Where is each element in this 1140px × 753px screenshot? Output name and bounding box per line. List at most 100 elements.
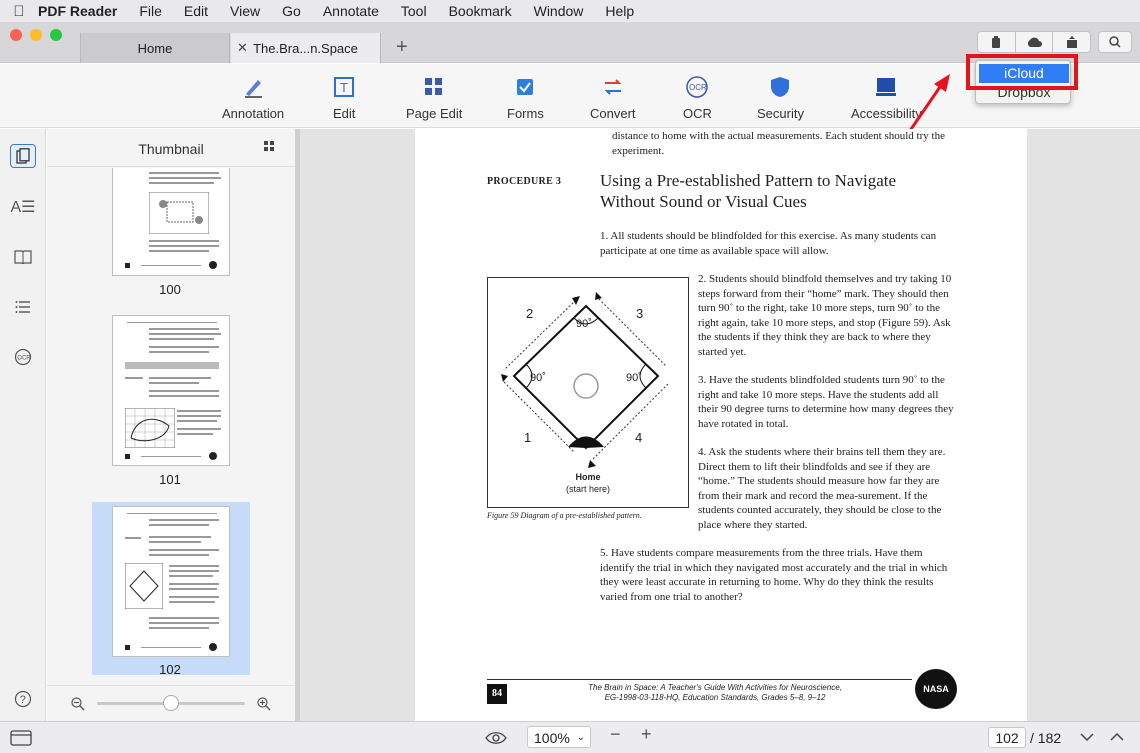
procedure-title: Using a Pre-established Pattern to Navig… bbox=[600, 171, 897, 211]
app-menu[interactable]: PDF Reader bbox=[38, 3, 117, 19]
clipboard-icon bbox=[992, 36, 1001, 48]
list-icon bbox=[15, 301, 30, 313]
fig-angle-left: 90˚ bbox=[530, 372, 546, 384]
bottom-bar: 100% ⌄ − + 102 / 182 bbox=[0, 721, 1140, 753]
search-icon bbox=[1109, 36, 1121, 48]
document-view[interactable]: distance to home with the actual measure… bbox=[300, 129, 1140, 721]
thumbnail-label-100: 100 bbox=[159, 282, 181, 297]
close-tab-icon[interactable]: ✕ bbox=[237, 40, 248, 56]
zoom-in-icon[interactable] bbox=[257, 697, 271, 711]
highlight-box bbox=[966, 54, 1078, 90]
next-page-icon[interactable] bbox=[1080, 732, 1094, 742]
text-outline-button[interactable]: A☰ bbox=[10, 195, 36, 219]
zoom-in-button[interactable]: + bbox=[641, 724, 652, 745]
footer-line-2: EG-1998-03-118-HQ, Education Standards, … bbox=[604, 693, 826, 702]
slider-thumb[interactable] bbox=[163, 695, 179, 711]
page-edit-label: Page Edit bbox=[406, 106, 463, 121]
fig-angle-right: 90˚ bbox=[626, 372, 642, 384]
fig-label-1: 1 bbox=[524, 430, 532, 445]
thumbnail-header: Thumbnail bbox=[47, 129, 295, 167]
thumbnail-label-102: 102 bbox=[159, 662, 181, 677]
tab-document[interactable]: ✕ The.Bra...n.Space bbox=[231, 33, 381, 63]
convert-icon bbox=[602, 74, 624, 100]
edit-tool[interactable]: T Edit bbox=[333, 74, 355, 121]
bookmark-button[interactable] bbox=[10, 245, 36, 269]
window-controls bbox=[10, 29, 62, 41]
thumbnail-page-101[interactable] bbox=[112, 315, 230, 466]
cloud-button[interactable] bbox=[1016, 32, 1054, 52]
fig-start-label: (start here) bbox=[565, 484, 610, 494]
page-number-input[interactable]: 102 bbox=[988, 727, 1026, 748]
ocr-panel-button[interactable]: OCR bbox=[10, 345, 36, 369]
chevron-down-icon: ⌄ bbox=[576, 732, 585, 743]
annotation-label: Annotation bbox=[222, 106, 285, 121]
zoom-value: 100% bbox=[534, 730, 570, 746]
previous-page-icon[interactable] bbox=[1110, 732, 1124, 742]
cloud-buttons bbox=[977, 31, 1091, 53]
thumbnail-page-100[interactable] bbox=[112, 168, 230, 276]
grid-view-icon[interactable] bbox=[264, 141, 275, 155]
menu-view[interactable]: View bbox=[230, 3, 260, 19]
grid-icon bbox=[424, 74, 444, 100]
tab-home-label: Home bbox=[137, 40, 173, 56]
sidebar-toggle-icon[interactable] bbox=[10, 730, 32, 746]
fig-home-label: Home bbox=[575, 472, 601, 482]
shield-icon bbox=[770, 74, 790, 100]
ocr-icon: OCR bbox=[685, 74, 709, 100]
menu-tool[interactable]: Tool bbox=[401, 3, 427, 19]
menu-edit[interactable]: Edit bbox=[184, 3, 208, 19]
footer-text: The Brain in Space: A Teacher's Guide Wi… bbox=[575, 683, 855, 703]
step-2: 2. Students should blindfold themselves … bbox=[698, 273, 952, 358]
cloud-icon bbox=[1027, 37, 1042, 47]
clipboard-button[interactable] bbox=[978, 32, 1016, 52]
menu-bookmark[interactable]: Bookmark bbox=[449, 3, 512, 19]
apple-icon[interactable]:  bbox=[0, 3, 38, 20]
zoom-select[interactable]: 100% ⌄ bbox=[527, 726, 591, 748]
forms-tool[interactable]: Forms bbox=[507, 74, 544, 121]
search-button[interactable] bbox=[1098, 31, 1132, 53]
menu-help[interactable]: Help bbox=[605, 3, 634, 19]
help-icon: ? bbox=[14, 690, 32, 708]
page-edit-tool[interactable]: Page Edit bbox=[406, 74, 462, 121]
convert-label: Convert bbox=[590, 106, 636, 121]
menu-annotate[interactable]: Annotate bbox=[323, 3, 379, 19]
ocr-label: OCR bbox=[683, 106, 712, 121]
step-5: 5. Have students compare measurements fr… bbox=[600, 547, 948, 603]
procedure-label: PROCEDURE 3 bbox=[487, 176, 562, 187]
ocr-tool[interactable]: OCR OCR bbox=[683, 74, 712, 121]
new-tab-button[interactable]: + bbox=[396, 36, 408, 59]
annotation-tool[interactable]: Annotation bbox=[222, 74, 284, 121]
share-button[interactable] bbox=[1053, 32, 1090, 52]
thumbnails-button[interactable] bbox=[10, 144, 36, 168]
menu-window[interactable]: Window bbox=[534, 3, 584, 19]
minimize-window-button[interactable] bbox=[30, 29, 42, 41]
close-window-button[interactable] bbox=[10, 29, 22, 41]
menu-bar:  PDF Reader File Edit View Go Annotate … bbox=[0, 0, 1140, 22]
share-icon bbox=[1066, 36, 1077, 48]
outline-button[interactable] bbox=[10, 295, 36, 319]
pdf-page: distance to home with the actual measure… bbox=[415, 129, 1027, 721]
zoom-out-button[interactable]: − bbox=[610, 724, 621, 745]
eye-icon[interactable] bbox=[485, 730, 507, 746]
pages-icon bbox=[16, 148, 30, 164]
tab-home[interactable]: Home bbox=[80, 33, 230, 63]
svg-text:OCR: OCR bbox=[17, 356, 31, 362]
zoom-window-button[interactable] bbox=[50, 29, 62, 41]
menu-file[interactable]: File bbox=[139, 3, 162, 19]
step-3: 3. Have the students blindfolded student… bbox=[698, 374, 954, 430]
nasa-logo: NASA bbox=[915, 669, 957, 709]
fig-angle-top: 90˚ bbox=[576, 318, 592, 330]
doc-top-text: distance to home with the actual measure… bbox=[612, 130, 945, 157]
security-tool[interactable]: Security bbox=[757, 74, 804, 121]
pen-icon bbox=[242, 74, 264, 100]
step-4: 4. Ask the students where their brains t… bbox=[698, 446, 946, 531]
help-button[interactable]: ? bbox=[10, 687, 36, 711]
convert-tool[interactable]: Convert bbox=[590, 74, 636, 121]
fig-label-4: 4 bbox=[635, 430, 643, 445]
figure-caption: Figure 59 Diagram of a pre-established p… bbox=[487, 511, 642, 520]
zoom-out-icon[interactable] bbox=[71, 697, 85, 711]
menu-go[interactable]: Go bbox=[282, 3, 301, 19]
thumbnail-page-102[interactable] bbox=[112, 506, 230, 657]
page-number-badge: 84 bbox=[487, 684, 507, 704]
thumbnail-panel: Thumbnail 100 101 102 bbox=[47, 129, 295, 721]
